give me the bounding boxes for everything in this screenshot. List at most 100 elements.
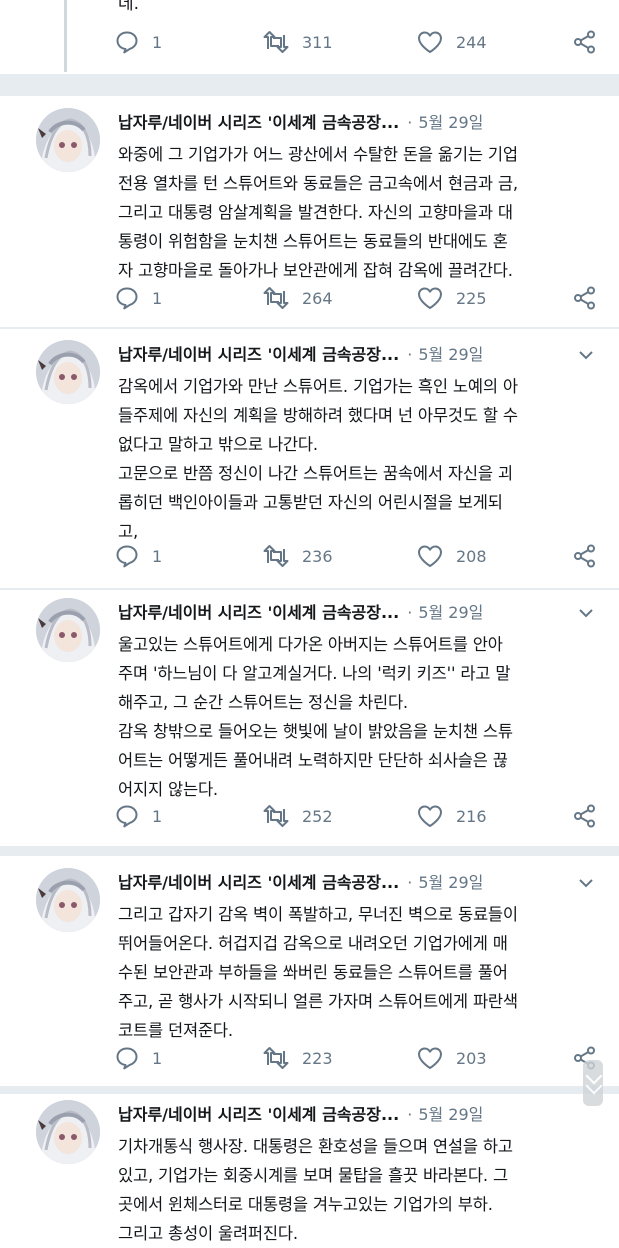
share-button[interactable] xyxy=(572,284,598,312)
tweet-menu-button[interactable] xyxy=(575,872,597,894)
tweet-separator xyxy=(0,588,619,590)
tweet-text-line: 없다고 말하고 밖으로 나간다. xyxy=(118,435,318,454)
tweet-text-line: 어트는 어떻게든 풀어내려 노력하지만 단단하 쇠사슬은 끊 xyxy=(118,751,508,770)
share-icon xyxy=(572,285,598,311)
retweet-button[interactable]: 223 xyxy=(262,1044,333,1072)
share-icon xyxy=(572,29,598,55)
tweet[interactable]: 납자루/네이버 시리즈 '이세계 금속공장... · 5월 29일 그리고 갑자기 … xyxy=(0,866,619,1086)
retweet-arrows-icon xyxy=(262,1045,290,1071)
like-button[interactable]: 216 xyxy=(416,802,487,830)
tweet-header: 납자루/네이버 시리즈 '이세계 금속공장... · 5월 29일 xyxy=(118,342,588,370)
retweet-button[interactable]: 236 xyxy=(262,542,333,570)
like-button[interactable]: 244 xyxy=(416,28,487,56)
timestamp[interactable]: 5월 29일 xyxy=(418,113,483,132)
display-name[interactable]: 납자루/네이버 시리즈 '이세계 금속공장... xyxy=(118,113,399,132)
separator-dot: · xyxy=(407,345,413,364)
like-count: 244 xyxy=(456,32,487,52)
tweet-menu-button[interactable] xyxy=(575,344,597,366)
display-name[interactable]: 납자루/네이버 시리즈 '이세계 금속공장... xyxy=(118,873,399,892)
timestamp[interactable]: 5월 29일 xyxy=(418,1105,483,1124)
tweet-text-line: 수된 보안관과 부하들을 쏴버린 동료들은 스튜어트를 풀어 xyxy=(118,963,508,982)
avatar[interactable] xyxy=(36,598,100,662)
retweet-button[interactable]: 252 xyxy=(262,802,333,830)
tweet-actions: 1 223 203 xyxy=(114,1044,614,1072)
avatar[interactable] xyxy=(36,108,100,172)
reply-button[interactable]: 1 xyxy=(114,28,162,56)
tweet-text-line: 자 고향마을로 돌아가나 보안관에게 잡혀 감옥에 끌려간다. xyxy=(118,261,513,280)
separator-dot: · xyxy=(407,603,413,622)
retweet-arrows-icon xyxy=(262,543,290,569)
speech-bubble-icon xyxy=(114,1045,140,1071)
speech-bubble-icon xyxy=(114,29,140,55)
tweet-text-partial: 데. xyxy=(118,0,140,14)
heart-icon xyxy=(416,543,444,569)
reply-count: 1 xyxy=(152,32,163,52)
reply-button[interactable]: 1 xyxy=(114,1044,162,1072)
speech-bubble-icon xyxy=(114,543,140,569)
like-button[interactable]: 208 xyxy=(416,542,487,570)
retweet-button[interactable]: 264 xyxy=(262,284,333,312)
tweet[interactable]: 납자루/네이버 시리즈 '이세계 금속공장... · 5월 29일 감옥에서 기업가… xyxy=(0,338,619,588)
heart-icon xyxy=(416,803,444,829)
like-count: 208 xyxy=(456,546,487,566)
reply-button[interactable]: 1 xyxy=(114,542,162,570)
retweet-button[interactable]: 311 xyxy=(262,28,333,56)
tweet-text-line: 그리고 갑자기 감옥 벽이 폭발하고, 무너진 벽으로 동료들이 xyxy=(118,905,518,924)
speech-bubble-icon xyxy=(114,285,140,311)
reply-count: 1 xyxy=(152,806,163,826)
reply-button[interactable]: 1 xyxy=(114,802,162,830)
share-button[interactable] xyxy=(572,542,598,570)
retweet-arrows-icon xyxy=(262,29,290,55)
share-icon xyxy=(572,543,598,569)
tweet-text-line: 롭히던 백인아이들과 고통받던 자신의 어린시절을 보게되 xyxy=(118,493,503,512)
tweet-text: 와중에 그 기업가가 어느 광산에서 수탈한 돈을 옮기는 기업 전용 열차를 … xyxy=(118,140,606,285)
tweet[interactable]: 납자루/네이버 시리즈 '이세계 금속공장... · 5월 29일 와중에 그 기업… xyxy=(0,106,619,326)
chevron-down-icon xyxy=(575,879,597,898)
tweet-text-line: 울고있는 스튜어트에게 다가온 아버지는 스튜어트를 안아 xyxy=(118,635,503,654)
tweet-text-line: 고문으로 반쯤 정신이 나간 스튜어트는 꿈속에서 자신을 괴 xyxy=(118,464,513,483)
tweet-text-line: 코트를 던져준다. xyxy=(118,1021,233,1040)
reply-count: 1 xyxy=(152,546,163,566)
tweet-text-line: 그리고 총성이 울려퍼진다. xyxy=(118,1224,298,1243)
tweet-text-line: 주고, 곧 행사가 시작되니 얼른 가자며 스튜어트에게 파란색 xyxy=(118,992,518,1011)
display-name[interactable]: 납자루/네이버 시리즈 '이세계 금속공장... xyxy=(118,603,399,622)
tweet-text-line: 해주고, 그 순간 스튜어트는 정신을 차린다. xyxy=(118,693,408,712)
timestamp[interactable]: 5월 29일 xyxy=(418,603,483,622)
share-icon xyxy=(572,803,598,829)
share-button[interactable] xyxy=(572,802,598,830)
display-name[interactable]: 납자루/네이버 시리즈 '이세계 금속공장... xyxy=(118,1105,399,1124)
tweet-text: 그리고 갑자기 감옥 벽이 폭발하고, 무너진 벽으로 동료들이 뛰어들어온다.… xyxy=(118,900,606,1045)
share-button[interactable] xyxy=(572,28,598,56)
separator-dot: · xyxy=(407,1105,413,1124)
tweet-text: 울고있는 스튜어트에게 다가온 아버지는 스튜어트를 안아 주며 '하느님이 다… xyxy=(118,630,606,804)
tweet-text-line: 어지지 않는다. xyxy=(118,780,218,799)
like-button[interactable]: 203 xyxy=(416,1044,487,1072)
tweet-text-line: 통령이 위험함을 눈치챈 스튜어트는 동료들의 반대에도 혼 xyxy=(118,232,508,251)
tweet-text-line: 전용 열차를 턴 스튜어트와 동료들은 금고속에서 현금과 금, xyxy=(118,174,518,193)
like-count: 225 xyxy=(456,288,487,308)
chevron-down-icon xyxy=(575,609,597,628)
avatar[interactable] xyxy=(36,1100,100,1164)
retweet-count: 311 xyxy=(302,32,333,52)
like-count: 203 xyxy=(456,1048,487,1068)
timestamp[interactable]: 5월 29일 xyxy=(418,345,483,364)
avatar[interactable] xyxy=(36,340,100,404)
chevron-down-icon xyxy=(585,1077,603,1095)
avatar[interactable] xyxy=(36,868,100,932)
tweet[interactable]: 납자루/네이버 시리즈 '이세계 금속공장... · 5월 29일 울고있는 스튜어… xyxy=(0,596,619,846)
display-name[interactable]: 납자루/네이버 시리즈 '이세계 금속공장... xyxy=(118,345,399,364)
like-button[interactable]: 225 xyxy=(416,284,487,312)
timestamp[interactable]: 5월 29일 xyxy=(418,873,483,892)
reply-button[interactable]: 1 xyxy=(114,284,162,312)
tweet-menu-button[interactable] xyxy=(575,602,597,624)
tweet-text-line: 있고, 기업가는 회중시계를 보며 물탑을 흘끗 바라본다. 그 xyxy=(118,1166,508,1185)
tweet-actions: 1 236 208 xyxy=(114,542,614,570)
retweet-count: 236 xyxy=(302,546,333,566)
tweet-separator xyxy=(0,1086,619,1094)
tweet-text-line: 뛰어들어온다. 허겁지겁 감옥으로 내려오던 기업가에게 매 xyxy=(118,934,508,953)
tweet-header: 납자루/네이버 시리즈 '이세계 금속공장... · 5월 29일 xyxy=(118,870,588,898)
reply-count: 1 xyxy=(152,288,163,308)
retweet-arrows-icon xyxy=(262,285,290,311)
tweet-text-line: 주며 '하느님이 다 알고계실거다. 나의 '럭키 키즈'' 라고 말 xyxy=(118,664,511,683)
tweet[interactable]: 납자루/네이버 시리즈 '이세계 금속공장... · 5월 29일 기차개통식 행사… xyxy=(0,1098,619,1243)
